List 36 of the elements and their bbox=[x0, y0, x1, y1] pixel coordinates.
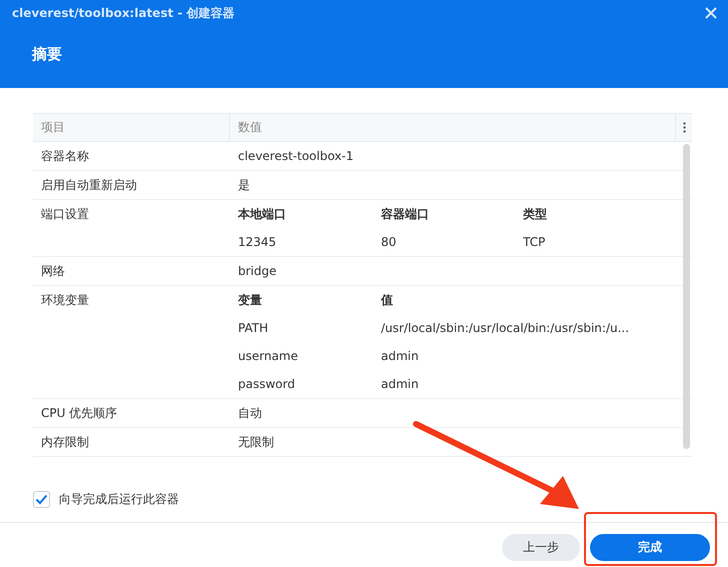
row-label: 网络 bbox=[40, 263, 66, 280]
sub-cell-text: PATH bbox=[238, 320, 270, 337]
column-header: 数值 bbox=[230, 114, 676, 141]
row-label: 端口设置 bbox=[40, 206, 90, 223]
sub-cell-text: 12345 bbox=[238, 234, 278, 251]
finish-button[interactable]: 完成 bbox=[590, 534, 710, 561]
sub-cell-text: admin bbox=[381, 376, 420, 393]
checkbox-label: 向导完成后运行此容器 bbox=[59, 491, 179, 508]
row-label: 启用自动重新启动 bbox=[40, 177, 138, 194]
sub-header: 变量 bbox=[238, 292, 263, 309]
row-value: cleverest-toolbox-1 bbox=[237, 148, 354, 165]
window-title: cleverest/toolbox:latest - 创建容器 bbox=[12, 4, 235, 22]
checkbox[interactable] bbox=[33, 491, 50, 508]
sub-cell-text: 80 bbox=[381, 234, 398, 251]
sub-header: 类型 bbox=[523, 206, 548, 223]
row-value: 无限制 bbox=[237, 434, 274, 451]
row-label: CPU 优先顺序 bbox=[40, 405, 118, 422]
row-label: 环境变量 bbox=[40, 292, 90, 309]
step-title: 摘要 bbox=[32, 45, 62, 64]
row-value: bridge bbox=[237, 263, 277, 280]
sub-header: 容器端口 bbox=[381, 206, 430, 223]
row-label: 内存限制 bbox=[40, 434, 90, 451]
column-header: 项目 bbox=[33, 114, 230, 141]
sub-cell-text: admin bbox=[381, 348, 420, 365]
sub-cell-text: password bbox=[238, 376, 296, 393]
sub-header: 值 bbox=[381, 292, 394, 309]
close-icon[interactable] bbox=[704, 6, 718, 20]
row-value: 自动 bbox=[237, 405, 262, 422]
back-button[interactable]: 上一步 bbox=[502, 534, 580, 561]
row-value: 是 bbox=[237, 177, 250, 194]
sub-cell-text: /usr/local/sbin:/usr/local/bin:/usr/sbin:/u... bbox=[381, 320, 630, 337]
row-label: 容器名称 bbox=[40, 148, 90, 165]
sub-header: 本地端口 bbox=[238, 206, 287, 223]
sub-cell-text: TCP bbox=[523, 234, 546, 251]
sub-cell-text: username bbox=[238, 348, 299, 365]
scrollbar[interactable] bbox=[683, 144, 690, 449]
